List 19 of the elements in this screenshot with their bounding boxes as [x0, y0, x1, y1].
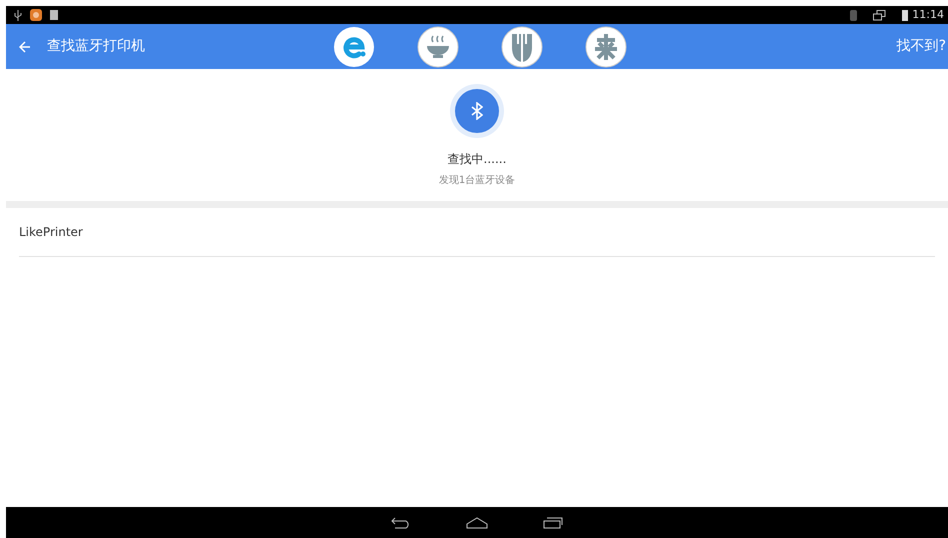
- back-arrow-icon[interactable]: [19, 40, 31, 52]
- recent-apps-icon[interactable]: [543, 516, 563, 528]
- page-title: 查找蓝牙打印机: [47, 37, 145, 56]
- app-notification-icon: [30, 9, 42, 21]
- back-icon[interactable]: [391, 516, 411, 528]
- clock-time: 11:14: [912, 6, 944, 23]
- battery-icon: [902, 10, 908, 20]
- scan-status: 查找中......: [448, 151, 506, 168]
- found-count: 发现1台蓝牙设备: [438, 174, 516, 188]
- screen-icon: [873, 10, 886, 20]
- notification-icon: [50, 10, 58, 20]
- device-name[interactable]: LikePrinter: [19, 223, 83, 241]
- usb-icon: [14, 10, 22, 20]
- bowl-icon[interactable]: [417, 26, 459, 68]
- e-logo-icon[interactable]: [333, 26, 375, 68]
- home-icon[interactable]: [466, 516, 488, 528]
- not-found-link[interactable]: 找不到?: [896, 36, 948, 57]
- rice-logo-icon[interactable]: [585, 26, 627, 68]
- fork-icon[interactable]: [501, 26, 543, 68]
